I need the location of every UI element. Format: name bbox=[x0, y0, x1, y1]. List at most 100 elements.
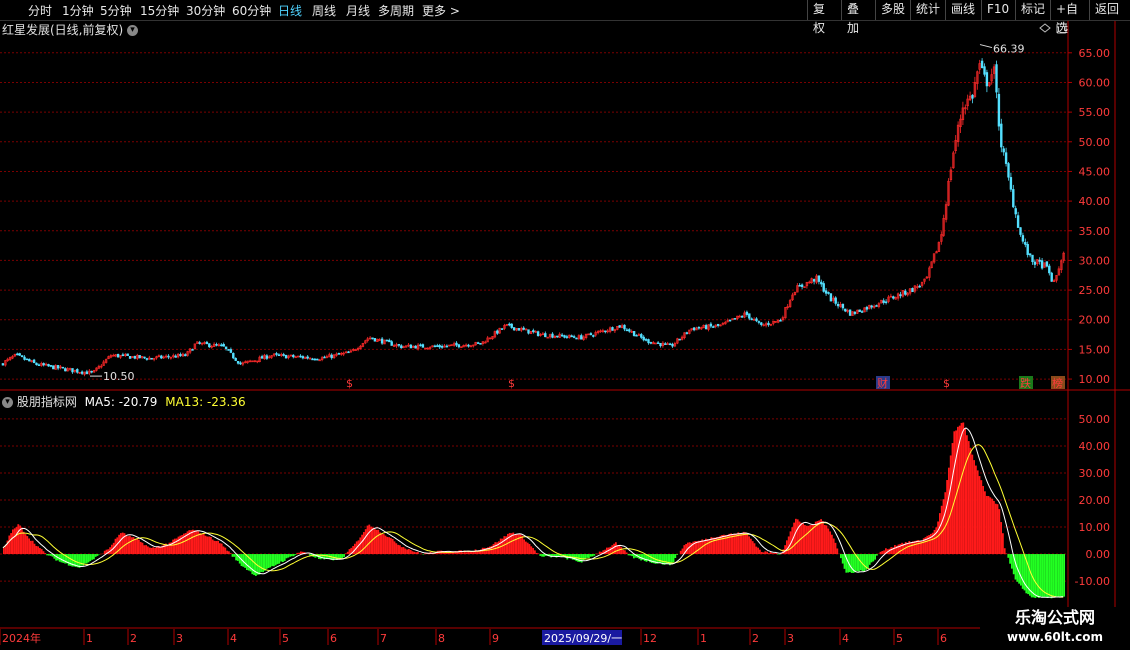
candle bbox=[769, 323, 773, 327]
candle bbox=[786, 303, 789, 310]
candle bbox=[481, 341, 485, 346]
action-button-2[interactable]: 多股 bbox=[875, 0, 910, 20]
indicator-bar bbox=[984, 491, 986, 555]
candle bbox=[510, 323, 513, 329]
period-tab-6[interactable]: 日线 bbox=[278, 2, 302, 19]
indicator-bar bbox=[827, 528, 830, 555]
candle bbox=[174, 354, 177, 358]
candle bbox=[863, 307, 866, 313]
indicator-collapse-icon[interactable]: ▾ bbox=[2, 397, 13, 408]
candle bbox=[592, 334, 595, 338]
candle bbox=[1012, 184, 1015, 209]
action-button-8[interactable]: 返回 bbox=[1089, 0, 1130, 20]
x-tick-12: 1 bbox=[700, 632, 707, 645]
indicator-bar bbox=[744, 532, 747, 555]
indicator-bar bbox=[1018, 554, 1020, 584]
action-button-5[interactable]: F10 bbox=[981, 0, 1015, 20]
indicator-bar bbox=[719, 535, 722, 555]
x-tick-4: 4 bbox=[230, 632, 237, 645]
candle bbox=[604, 330, 607, 334]
candle bbox=[865, 305, 869, 312]
candle bbox=[983, 63, 986, 77]
indicator-bar bbox=[620, 547, 623, 555]
candle bbox=[18, 352, 21, 357]
indicator-bar bbox=[460, 550, 462, 555]
indicator-bar bbox=[796, 519, 799, 555]
candle bbox=[798, 283, 801, 287]
indicator-bar bbox=[849, 554, 851, 573]
indicator-bar bbox=[804, 525, 806, 555]
candle bbox=[553, 334, 557, 339]
period-tab-3[interactable]: 15分钟 bbox=[140, 2, 179, 19]
candle bbox=[260, 354, 264, 359]
period-tab-4[interactable]: 30分钟 bbox=[186, 2, 225, 19]
indicator-bar bbox=[946, 480, 948, 555]
period-tab-5[interactable]: 60分钟 bbox=[232, 2, 271, 19]
indicator-bar bbox=[21, 527, 23, 555]
x-tick-9: 9 bbox=[492, 632, 499, 645]
indicator-bar bbox=[863, 554, 866, 572]
indicator-bar bbox=[816, 521, 819, 555]
candle bbox=[822, 281, 825, 293]
candle bbox=[601, 328, 605, 333]
period-tab-1[interactable]: 1分钟 bbox=[62, 2, 94, 19]
candle bbox=[534, 330, 537, 333]
action-button-0[interactable]: 复权 bbox=[807, 0, 841, 35]
candle bbox=[1, 362, 5, 366]
indicator-bar bbox=[10, 533, 12, 555]
candle bbox=[414, 345, 417, 349]
candle bbox=[467, 343, 470, 348]
candle bbox=[148, 355, 151, 360]
period-tab-2[interactable]: 5分钟 bbox=[100, 2, 132, 19]
period-tab-9[interactable]: 多周期 bbox=[378, 2, 414, 19]
candle bbox=[767, 320, 770, 327]
candle bbox=[666, 341, 669, 345]
candle bbox=[73, 369, 77, 374]
candle bbox=[61, 366, 65, 369]
period-tab-10[interactable]: 更多 > bbox=[422, 2, 460, 19]
indicator-bar bbox=[1032, 554, 1035, 598]
period-tab-7[interactable]: 周线 bbox=[312, 2, 336, 19]
indicator-bar bbox=[417, 551, 419, 555]
candle bbox=[892, 295, 895, 300]
indicator-name: 股朋指标网 bbox=[16, 395, 77, 409]
indicator-bar bbox=[462, 552, 464, 555]
indicator-bar bbox=[174, 538, 176, 555]
indicator-bar bbox=[30, 540, 32, 555]
candle bbox=[928, 265, 931, 281]
action-button-1[interactable]: 叠加 bbox=[841, 0, 875, 35]
candle bbox=[719, 324, 722, 327]
period-tab-8[interactable]: 月线 bbox=[346, 2, 370, 19]
candle bbox=[450, 344, 453, 347]
candle bbox=[340, 352, 343, 356]
candle bbox=[287, 354, 290, 360]
candle bbox=[390, 340, 393, 346]
candle bbox=[23, 355, 26, 361]
x-tick-11: 12 bbox=[643, 632, 657, 645]
candle bbox=[313, 358, 317, 361]
indicator-bar bbox=[298, 552, 300, 555]
candle bbox=[940, 231, 943, 245]
candle bbox=[661, 341, 665, 348]
indicator-bar bbox=[876, 554, 878, 556]
ind-y-tick-4: 10.00 bbox=[1079, 521, 1111, 534]
chevron-down-icon[interactable]: ▾ bbox=[127, 25, 139, 36]
indicator-bar bbox=[823, 524, 826, 555]
indicator-bar bbox=[399, 545, 401, 555]
action-button-4[interactable]: 画线 bbox=[945, 0, 981, 20]
period-tab-0[interactable]: 分时 bbox=[28, 2, 52, 19]
indicator-bar bbox=[269, 554, 272, 568]
action-button-6[interactable]: 标记 bbox=[1015, 0, 1050, 20]
indicator-bar bbox=[962, 422, 965, 555]
candle bbox=[618, 325, 621, 328]
candle bbox=[186, 350, 189, 357]
indicator-bar bbox=[138, 539, 140, 555]
indicator-bar bbox=[8, 535, 11, 555]
indicator-bar bbox=[49, 554, 52, 556]
indicator-bar bbox=[681, 548, 684, 555]
indicator-bar bbox=[130, 537, 133, 555]
action-button-3[interactable]: 统计 bbox=[910, 0, 945, 20]
chart-canvas[interactable]: 65.0060.0055.0050.0045.0040.0035.0030.00… bbox=[0, 0, 1130, 650]
action-button-7[interactable]: +自选 bbox=[1050, 0, 1089, 35]
candle bbox=[296, 355, 300, 358]
